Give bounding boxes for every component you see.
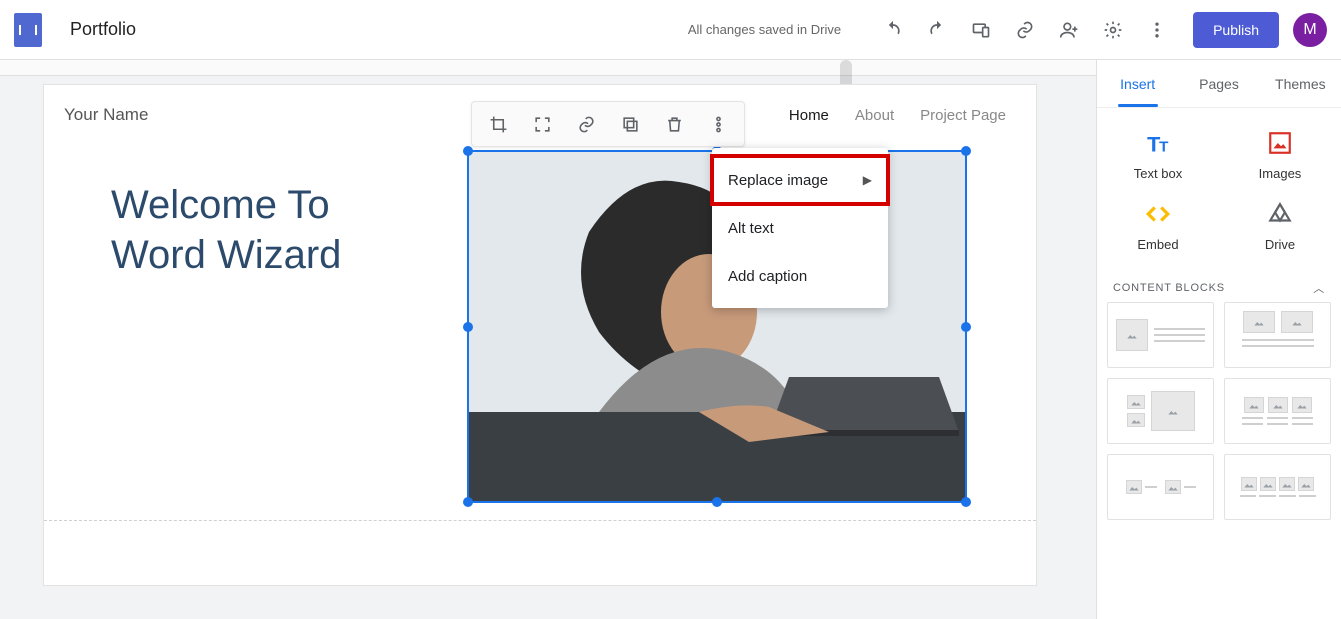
image-toolbar	[471, 101, 745, 147]
block-template[interactable]	[1107, 302, 1214, 368]
resize-handle[interactable]	[463, 146, 473, 156]
avatar[interactable]: M	[1293, 13, 1327, 47]
block-template[interactable]	[1224, 454, 1331, 520]
menu-alt-text[interactable]: Alt text	[712, 204, 888, 252]
hero-line-1: Welcome To	[111, 180, 341, 230]
copy-icon[interactable]	[608, 104, 652, 144]
menu-label: Replace image	[728, 172, 828, 189]
svg-text:T: T	[1159, 139, 1169, 156]
cell-label: Embed	[1137, 237, 1178, 252]
resize-handle[interactable]	[961, 146, 971, 156]
nav-home[interactable]: Home	[789, 107, 829, 124]
block-template[interactable]	[1224, 378, 1331, 444]
more-vert-icon[interactable]	[696, 104, 740, 144]
block-template[interactable]	[1224, 302, 1331, 368]
chevron-right-icon: ▶	[863, 173, 872, 187]
nav-project[interactable]: Project Page	[920, 107, 1006, 124]
insert-embed[interactable]: Embed	[1097, 191, 1219, 262]
menu-add-caption[interactable]: Add caption	[712, 252, 888, 300]
menu-label: Add caption	[728, 268, 807, 285]
block-template[interactable]	[1107, 378, 1214, 444]
side-tabs: Insert Pages Themes	[1097, 60, 1341, 108]
site-title[interactable]: Your Name	[64, 105, 148, 125]
person-add-icon[interactable]	[1047, 8, 1091, 52]
fullscreen-icon[interactable]	[520, 104, 564, 144]
undo-icon[interactable]	[871, 8, 915, 52]
resize-handle[interactable]	[463, 497, 473, 507]
resize-handle[interactable]	[961, 497, 971, 507]
cell-label: Drive	[1265, 237, 1295, 252]
cell-label: Text box	[1134, 166, 1182, 181]
side-panel: Insert Pages Themes TT Text box Images E…	[1096, 60, 1341, 619]
ruler	[0, 60, 1096, 76]
content-blocks-header[interactable]: CONTENT BLOCKS ︿	[1097, 270, 1341, 302]
publish-button[interactable]: Publish	[1193, 12, 1279, 48]
tab-insert[interactable]: Insert	[1097, 60, 1178, 107]
tab-pages[interactable]: Pages	[1178, 60, 1259, 107]
app-bar: Portfolio All changes saved in Drive Pub…	[0, 0, 1341, 60]
trash-icon[interactable]	[652, 104, 696, 144]
resize-handle[interactable]	[463, 322, 473, 332]
document-title[interactable]: Portfolio	[70, 19, 136, 40]
crop-icon[interactable]	[476, 104, 520, 144]
menu-replace-image[interactable]: Replace image ▶	[712, 156, 888, 204]
sites-logo-icon[interactable]	[14, 13, 42, 47]
page[interactable]: Your Name Home About Project Page Welcom…	[44, 85, 1036, 585]
menu-label: Alt text	[728, 220, 774, 237]
content-blocks-grid	[1097, 302, 1341, 520]
insert-drive[interactable]: Drive	[1219, 191, 1341, 262]
hero-line-2: Word Wizard	[111, 230, 341, 280]
more-vert-icon[interactable]	[1135, 8, 1179, 52]
insert-textbox[interactable]: TT Text box	[1097, 120, 1219, 191]
context-menu: Replace image ▶ Alt text Add caption	[712, 148, 888, 308]
link-icon[interactable]	[1003, 8, 1047, 52]
section-divider	[44, 520, 1036, 521]
link-icon[interactable]	[564, 104, 608, 144]
gear-icon[interactable]	[1091, 8, 1135, 52]
block-template[interactable]	[1107, 454, 1214, 520]
site-nav: Home About Project Page	[789, 107, 1006, 124]
save-status: All changes saved in Drive	[688, 22, 841, 37]
nav-about[interactable]: About	[855, 107, 894, 124]
canvas-area[interactable]: Your Name Home About Project Page Welcom…	[0, 60, 1096, 619]
resize-handle[interactable]	[712, 497, 722, 507]
resize-handle[interactable]	[961, 322, 971, 332]
chevron-up-icon: ︿	[1313, 280, 1325, 296]
redo-icon[interactable]	[915, 8, 959, 52]
tab-themes[interactable]: Themes	[1260, 60, 1341, 107]
cell-label: Images	[1259, 166, 1302, 181]
devices-icon[interactable]	[959, 8, 1003, 52]
insert-images[interactable]: Images	[1219, 120, 1341, 191]
header-label: CONTENT BLOCKS	[1113, 282, 1225, 294]
hero-title[interactable]: Welcome To Word Wizard	[111, 180, 341, 280]
